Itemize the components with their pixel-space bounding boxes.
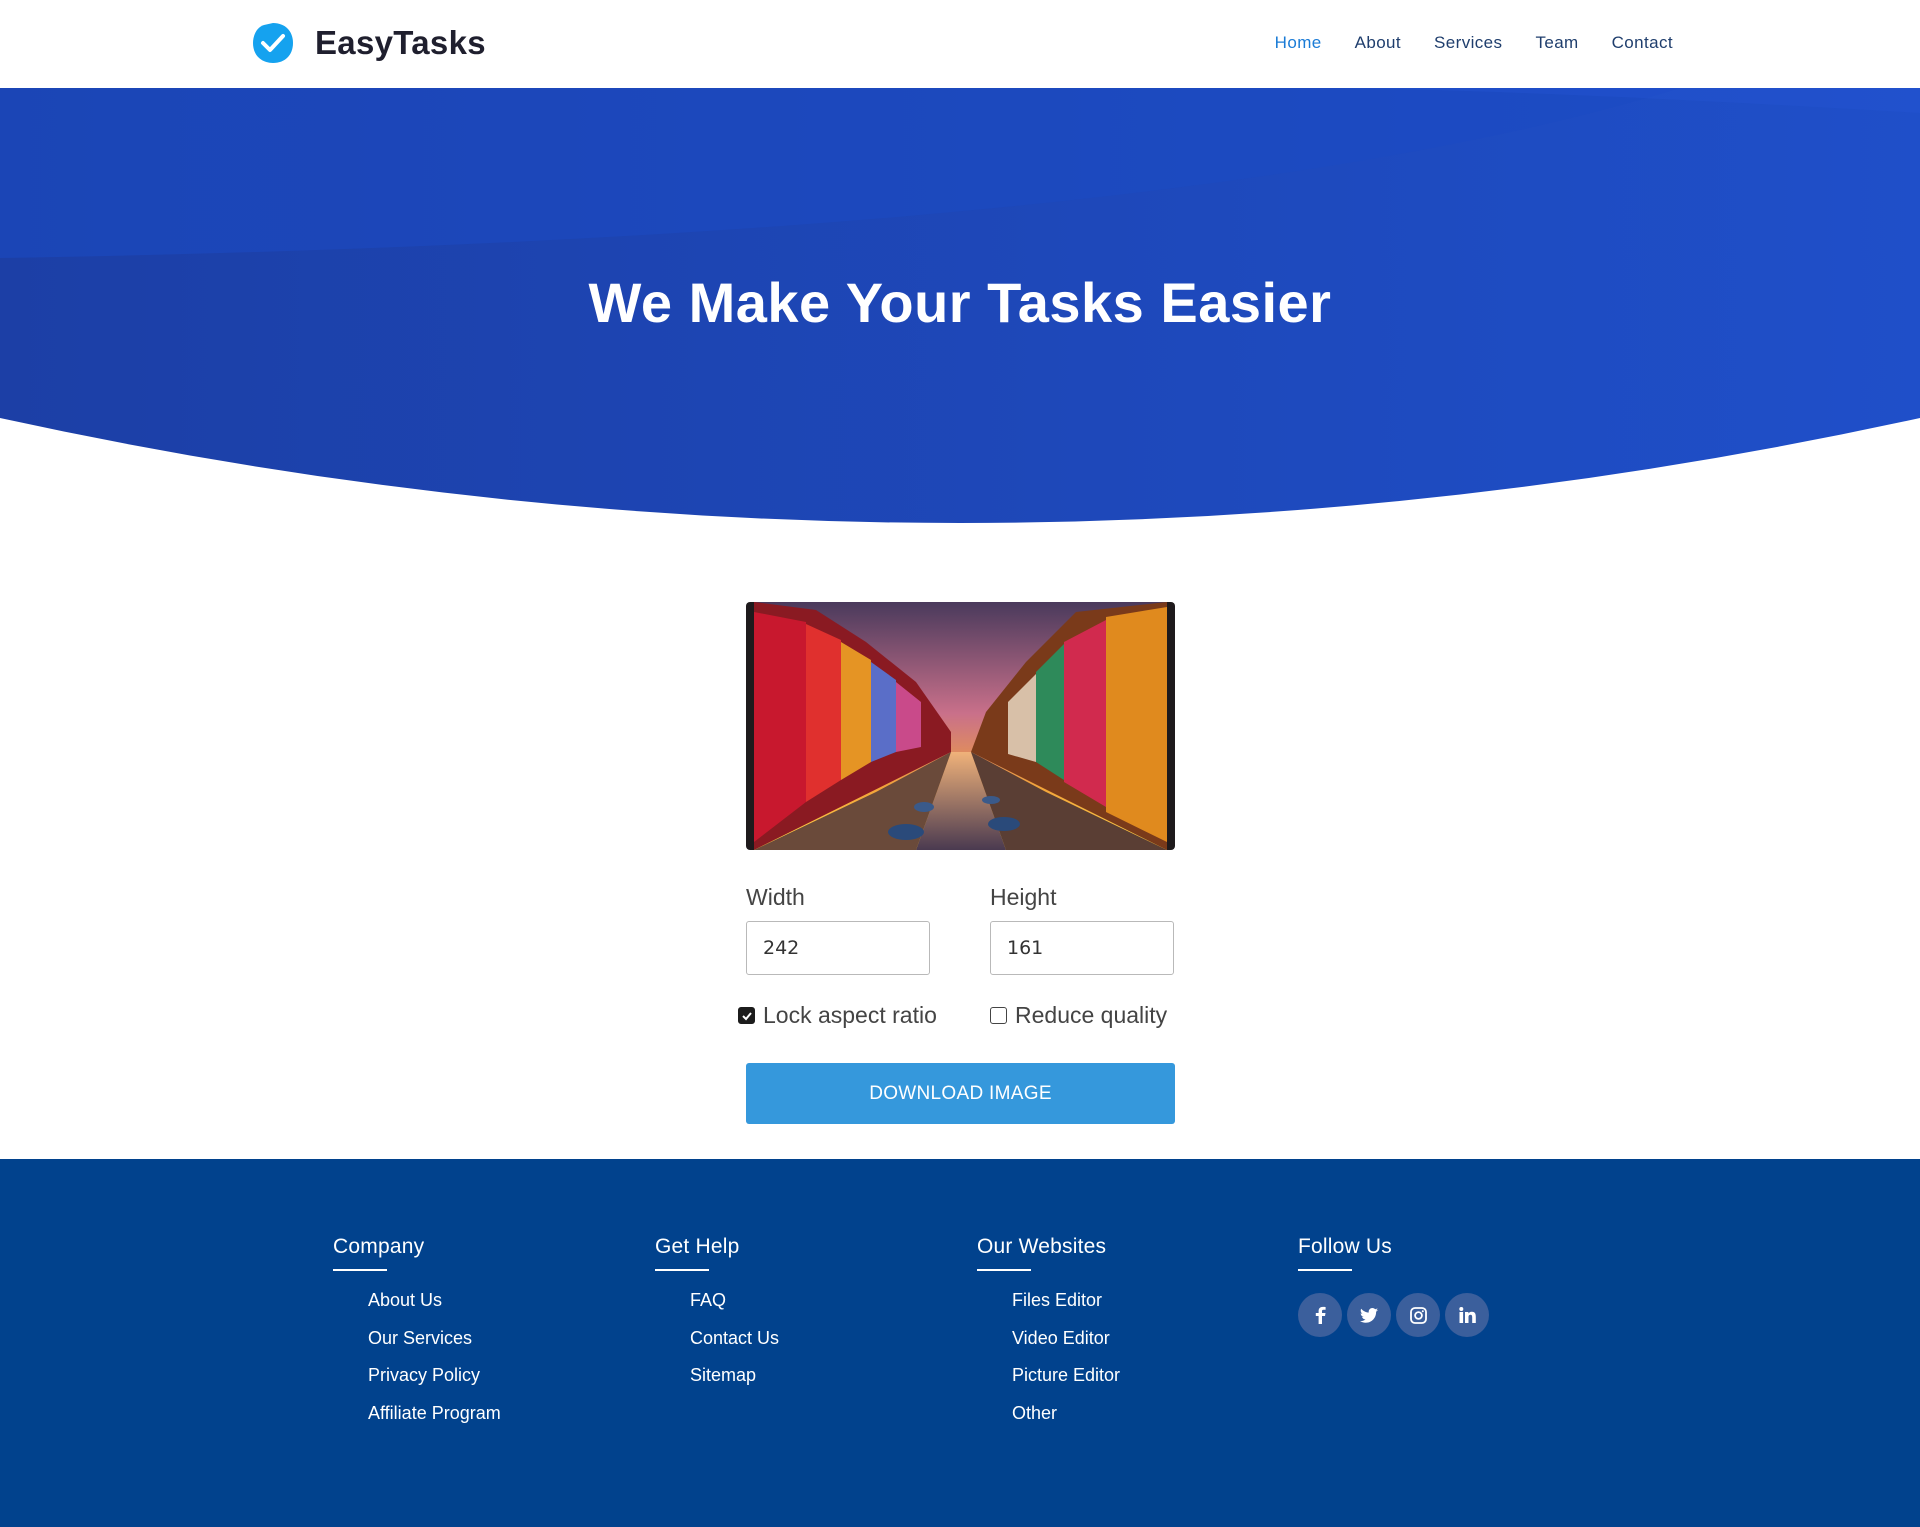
footer-link-our-services[interactable]: Our Services: [368, 1327, 501, 1365]
width-label: Width: [746, 884, 805, 910]
footer-link-video-editor[interactable]: Video Editor: [1012, 1327, 1120, 1365]
brand-name[interactable]: EasyTasks: [315, 24, 486, 62]
footer-link-other[interactable]: Other: [1012, 1402, 1120, 1440]
hero-title: We Make Your Tasks Easier: [588, 271, 1332, 334]
checkmark-logo-icon[interactable]: [252, 22, 294, 64]
footer-column-our-websites: Our Websites Files Editor Video Editor P…: [977, 1235, 1120, 1439]
footer-link-privacy-policy[interactable]: Privacy Policy: [368, 1364, 501, 1402]
site-header: EasyTasks Home About Services Team Conta…: [0, 0, 1920, 88]
social-links: [1298, 1293, 1489, 1337]
footer-link-faq[interactable]: FAQ: [690, 1289, 779, 1327]
nav-home[interactable]: Home: [1275, 33, 1322, 53]
footer-column-follow-us: Follow Us: [1298, 1235, 1489, 1337]
instagram-icon[interactable]: [1396, 1293, 1440, 1337]
checkbox-checked-icon[interactable]: [738, 1007, 755, 1024]
footer-column-get-help: Get Help FAQ Contact Us Sitemap: [655, 1235, 779, 1402]
footer-link-affiliate-program[interactable]: Affiliate Program: [368, 1402, 501, 1440]
heading-underline: [1298, 1269, 1352, 1271]
nav-contact[interactable]: Contact: [1612, 33, 1673, 53]
width-input[interactable]: [746, 921, 930, 975]
nav-team[interactable]: Team: [1535, 33, 1578, 53]
reduce-quality-checkbox[interactable]: Reduce quality: [990, 1002, 1167, 1029]
footer-heading-get-help: Get Help: [655, 1235, 740, 1258]
lock-aspect-ratio-checkbox[interactable]: Lock aspect ratio: [738, 1002, 937, 1029]
height-label: Height: [990, 884, 1057, 910]
heading-underline: [333, 1269, 387, 1271]
twitter-icon[interactable]: [1347, 1293, 1391, 1337]
height-input[interactable]: [990, 921, 1174, 975]
footer-heading-follow-us: Follow Us: [1298, 1235, 1392, 1258]
site-footer: Company About Us Our Services Privacy Po…: [0, 1159, 1920, 1527]
nav-services[interactable]: Services: [1434, 33, 1502, 53]
main-nav: Home About Services Team Contact: [1275, 33, 1673, 53]
footer-column-company: Company About Us Our Services Privacy Po…: [333, 1235, 501, 1439]
heading-underline: [977, 1269, 1031, 1271]
footer-link-picture-editor[interactable]: Picture Editor: [1012, 1364, 1120, 1402]
hero-banner: We Make Your Tasks Easier: [0, 88, 1920, 528]
lock-aspect-ratio-label: Lock aspect ratio: [763, 1002, 937, 1028]
facebook-icon[interactable]: [1298, 1293, 1342, 1337]
canal-sunset-photo-icon: [754, 602, 1167, 850]
footer-link-about-us[interactable]: About Us: [368, 1289, 501, 1327]
heading-underline: [655, 1269, 709, 1271]
footer-heading-our-websites: Our Websites: [977, 1235, 1107, 1258]
checkbox-unchecked-icon[interactable]: [990, 1007, 1007, 1024]
download-image-button[interactable]: DOWNLOAD IMAGE: [746, 1063, 1175, 1124]
footer-link-contact-us[interactable]: Contact Us: [690, 1327, 779, 1365]
nav-about[interactable]: About: [1355, 33, 1401, 53]
linkedin-icon[interactable]: [1445, 1293, 1489, 1337]
footer-heading-company: Company: [333, 1235, 425, 1258]
footer-link-sitemap[interactable]: Sitemap: [690, 1364, 779, 1402]
footer-link-files-editor[interactable]: Files Editor: [1012, 1289, 1120, 1327]
uploaded-image: [746, 602, 1175, 850]
reduce-quality-label: Reduce quality: [1015, 1002, 1168, 1028]
